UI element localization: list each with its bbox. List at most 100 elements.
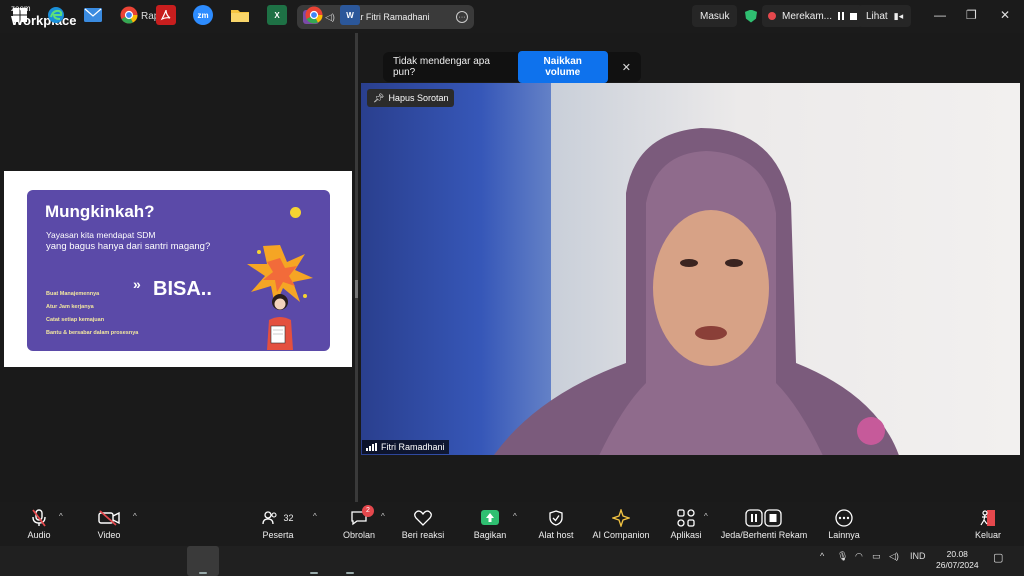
participants-button[interactable]: 32 Peserta bbox=[258, 502, 298, 546]
chrome-profile-icon[interactable] bbox=[304, 5, 324, 25]
spotlight-label: Hapus Sorotan bbox=[388, 93, 449, 103]
host-tools-button[interactable]: Alat host bbox=[536, 502, 576, 546]
close-icon[interactable]: ✕ bbox=[622, 61, 631, 74]
pin-icon: 📌︎ bbox=[373, 92, 385, 103]
mail-icon[interactable] bbox=[83, 5, 103, 25]
active-indicator bbox=[310, 572, 318, 574]
more-icon bbox=[835, 508, 853, 527]
remove-spotlight-button[interactable]: 📌︎ Hapus Sorotan bbox=[367, 89, 455, 107]
close-icon[interactable]: ✕ bbox=[1000, 8, 1010, 22]
host-tools-label: Alat host bbox=[538, 529, 574, 540]
stop-icon[interactable] bbox=[850, 12, 858, 20]
notification-icon[interactable]: ▢ bbox=[993, 551, 1003, 564]
chat-label: Obrolan bbox=[342, 529, 376, 540]
participant-name-tag: Fitri Ramadhani bbox=[362, 440, 449, 454]
minimize-icon[interactable]: — bbox=[934, 8, 946, 22]
language-indicator[interactable]: IND bbox=[910, 551, 926, 561]
raise-volume-button[interactable]: Naikkan volume bbox=[517, 51, 608, 83]
chevron-up-icon[interactable]: ^ bbox=[820, 551, 824, 561]
zoom-app-icon[interactable]: zm bbox=[193, 5, 213, 25]
chevron-up-icon[interactable]: ^ bbox=[133, 512, 137, 521]
pane-divider[interactable] bbox=[355, 33, 358, 502]
file-explorer-icon[interactable] bbox=[230, 5, 250, 25]
clock-date: 26/07/2024 bbox=[936, 560, 979, 571]
heart-icon bbox=[414, 509, 432, 527]
mic-icon[interactable]: 🎙︎ bbox=[837, 551, 848, 562]
restore-icon[interactable]: ❐ bbox=[966, 8, 977, 22]
ai-companion-label: AI Companion bbox=[592, 529, 650, 540]
signin-label: Masuk bbox=[700, 10, 730, 22]
battery-icon[interactable]: ▭ bbox=[872, 551, 881, 562]
people-icon: 32 bbox=[262, 509, 294, 527]
sparkle-icon bbox=[612, 508, 630, 527]
top-right-group: Masuk bbox=[692, 5, 738, 27]
share-up-icon bbox=[481, 509, 499, 527]
list-item: Atur Jam kerjanya bbox=[46, 303, 94, 310]
signin-button[interactable]: Masuk bbox=[692, 5, 738, 27]
zoom-app-label: zm bbox=[197, 10, 209, 20]
share-label: Bagikan bbox=[473, 529, 507, 540]
view-button[interactable]: Lihat ▮◂ bbox=[858, 5, 912, 27]
meeting-toolbar: Audio ^ Video ^ 32 Peserta ^ 2 Obrolan ^ bbox=[0, 502, 1024, 546]
slide-answer: BISA.. bbox=[153, 278, 212, 300]
view-label: Lihat bbox=[866, 10, 888, 22]
more-icon[interactable]: ··· bbox=[456, 11, 468, 23]
pause-stop-record-button[interactable]: Jeda/Berhenti Rekam bbox=[720, 502, 808, 546]
leave-button[interactable]: Keluar bbox=[972, 502, 1004, 546]
speaker-icon[interactable]: ◁) bbox=[325, 12, 335, 23]
volume-notification: Tidak mendengar apa pun? Naikkan volume … bbox=[383, 51, 641, 83]
share-button[interactable]: Bagikan bbox=[472, 502, 508, 546]
video-label: Video bbox=[97, 529, 121, 540]
chevron-up-icon[interactable]: ^ bbox=[313, 512, 317, 521]
participant-name: Fitri Ramadhani bbox=[381, 442, 445, 452]
subtitle-line: Yayasan kita mendapat SDM bbox=[46, 230, 156, 240]
active-indicator bbox=[346, 572, 354, 574]
clock-time: 20.08 bbox=[946, 549, 968, 559]
zoom-meeting-window: zoom Workplace ⌄ Rapat FR ◁) Layar Fitri… bbox=[0, 0, 1024, 576]
slide-points: Buat Manajemennya Atur Jam kerjanya Cata… bbox=[46, 288, 138, 340]
active-indicator bbox=[199, 572, 207, 574]
encryption-shield[interactable] bbox=[745, 6, 757, 26]
ai-companion-button[interactable]: AI Companion bbox=[590, 502, 652, 546]
chevron-up-icon[interactable]: ^ bbox=[513, 512, 517, 521]
audio-button[interactable]: Audio bbox=[24, 502, 54, 546]
chevron-up-icon[interactable]: ^ bbox=[704, 512, 708, 521]
word-icon[interactable]: W bbox=[340, 5, 360, 25]
chevron-up-icon[interactable]: ^ bbox=[59, 512, 63, 521]
recording-label: Merekam... bbox=[782, 10, 833, 22]
record-icon bbox=[768, 12, 776, 20]
chevron-up-icon[interactable]: ^ bbox=[381, 512, 385, 521]
chat-badge: 2 bbox=[362, 504, 374, 517]
reactions-button[interactable]: Beri reaksi bbox=[400, 502, 446, 546]
yellow-dot-icon bbox=[290, 207, 301, 218]
more-button[interactable]: Lainnya bbox=[826, 502, 862, 546]
pdf-icon[interactable] bbox=[156, 5, 176, 25]
apps-button[interactable]: Aplikasi bbox=[668, 502, 704, 546]
mic-muted-icon bbox=[31, 508, 47, 527]
edge-icon[interactable] bbox=[46, 5, 66, 25]
record-label: Jeda/Berhenti Rekam bbox=[720, 529, 808, 540]
video-button[interactable]: Video bbox=[94, 502, 124, 546]
divider-handle[interactable] bbox=[355, 280, 358, 298]
wifi-icon[interactable]: ◠ bbox=[855, 551, 863, 562]
girl-illustration bbox=[267, 294, 293, 350]
volume-icon[interactable]: ◁) bbox=[889, 551, 899, 562]
exit-icon bbox=[979, 509, 997, 527]
list-item: Bantu & bersabar dalam prosesnya bbox=[46, 329, 139, 336]
system-clock[interactable]: 20.08 26/07/2024 bbox=[936, 549, 979, 572]
chat-button[interactable]: 2 Obrolan bbox=[341, 502, 377, 546]
recording-indicator[interactable]: Merekam... bbox=[762, 5, 864, 27]
grid-icon: ▮◂ bbox=[893, 10, 904, 21]
excel-icon[interactable]: X bbox=[267, 5, 287, 25]
list-item: Buat Manajemennya bbox=[46, 291, 100, 297]
pause-icon[interactable] bbox=[838, 12, 845, 20]
shield-icon bbox=[745, 9, 757, 23]
windows-start-icon[interactable] bbox=[10, 5, 30, 25]
chrome-icon[interactable] bbox=[119, 5, 139, 25]
participants-label: Peserta bbox=[262, 529, 294, 540]
slide-title: Mungkinkah? bbox=[45, 202, 155, 221]
participants-count: 32 bbox=[283, 512, 294, 523]
shield-icon bbox=[549, 509, 563, 527]
list-item: Catat setiap kemajuan bbox=[46, 316, 105, 323]
participant-silhouette bbox=[494, 128, 899, 455]
